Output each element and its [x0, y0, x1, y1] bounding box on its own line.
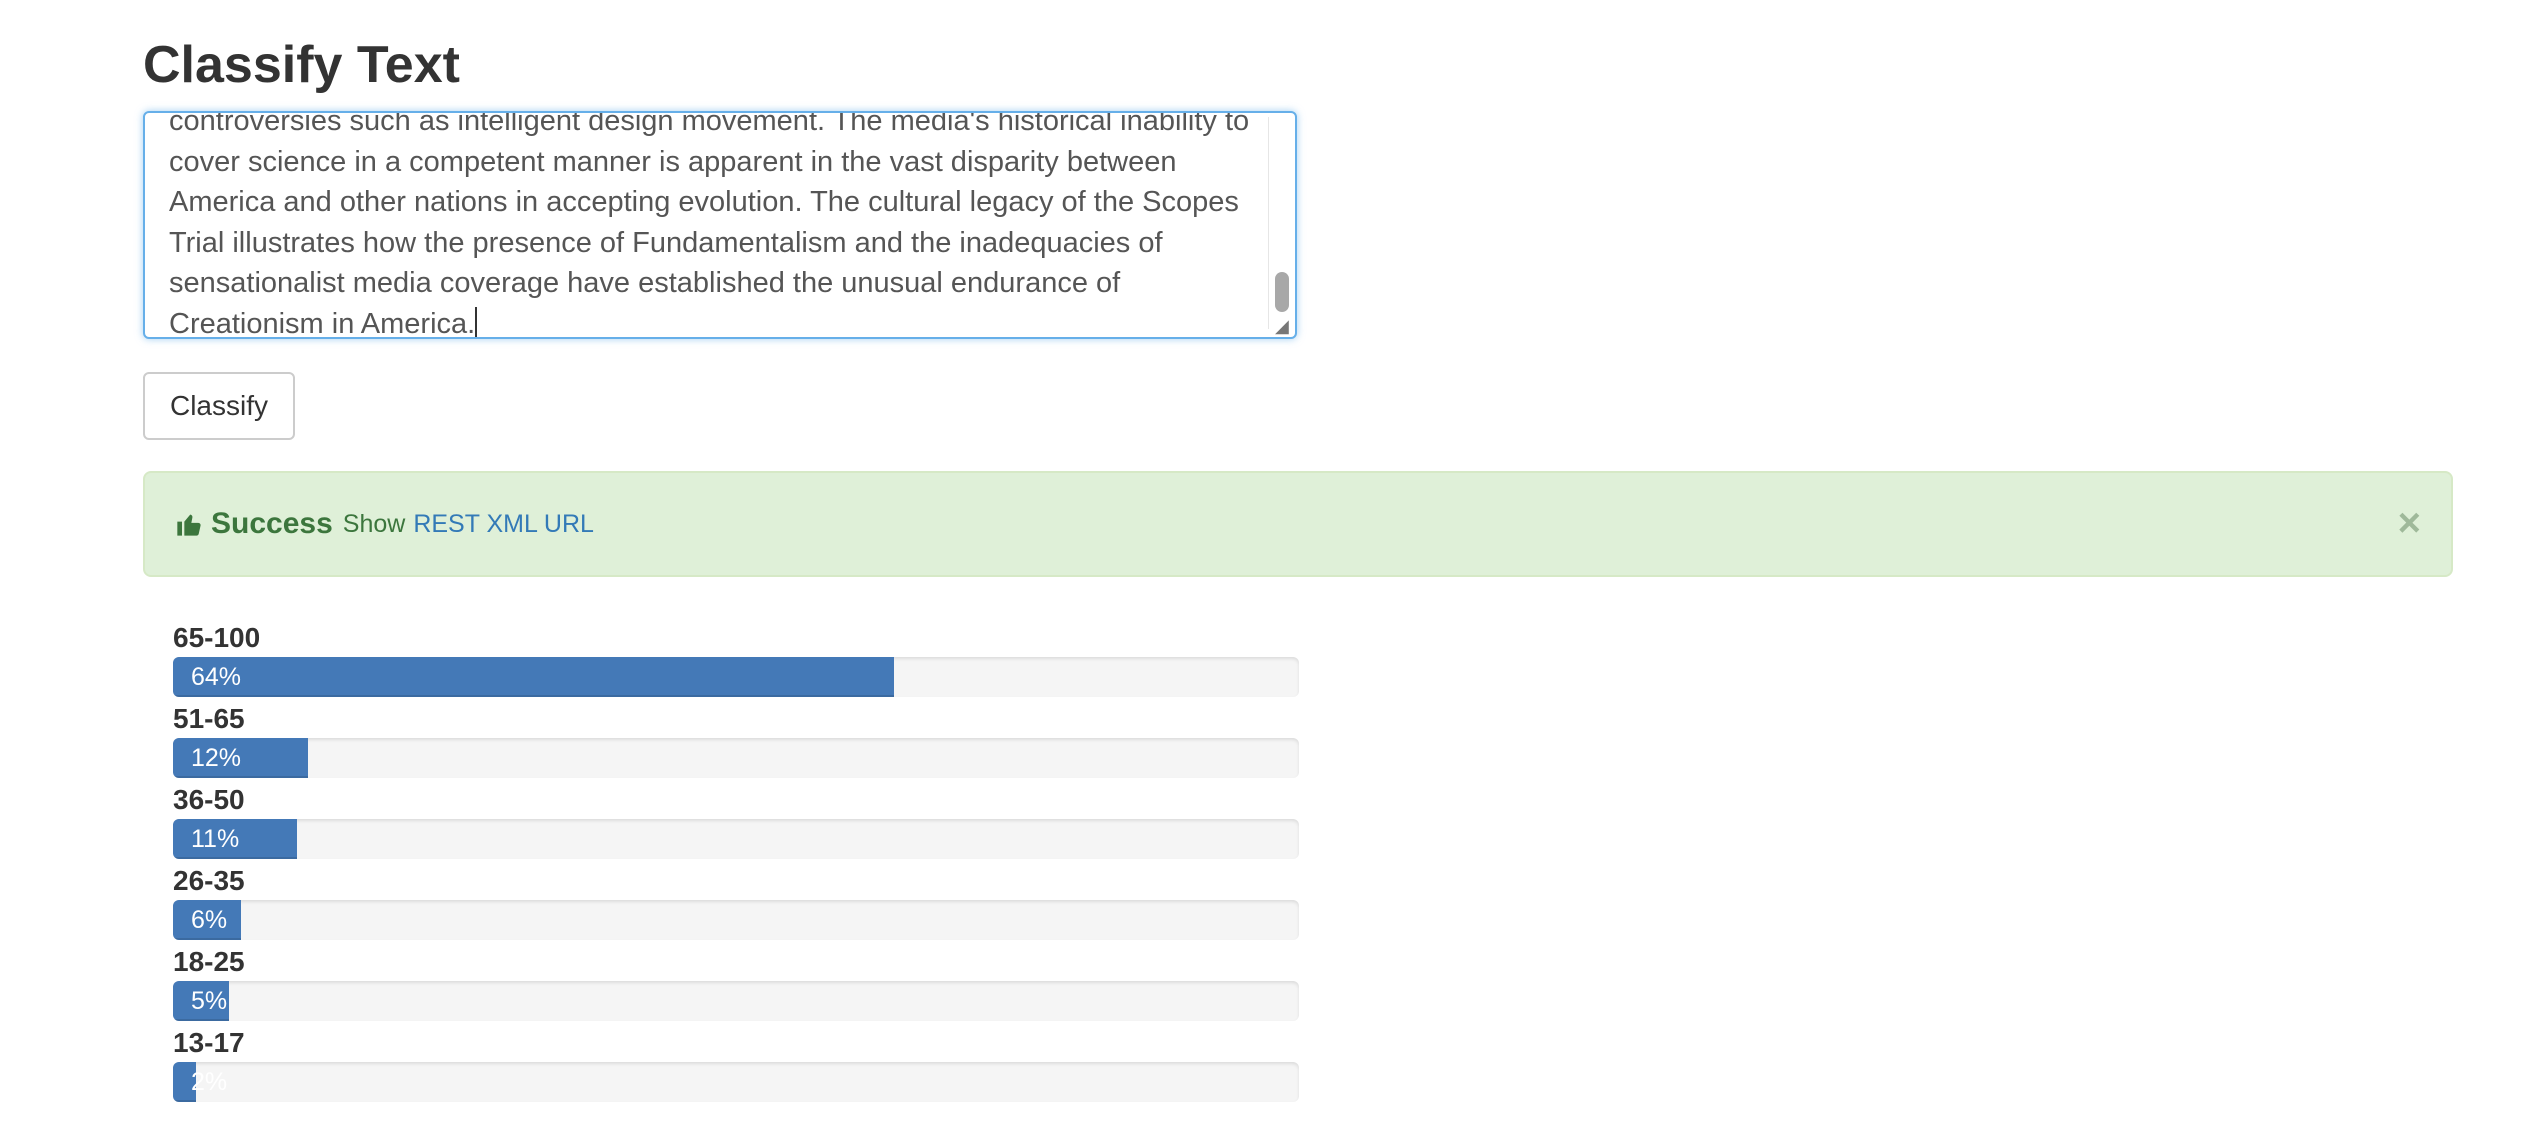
page: Classify Text controversies such as inte… [0, 0, 2524, 1122]
result-item: 51-65 12% [173, 700, 1299, 781]
progress-track: 2% [173, 1062, 1299, 1102]
alert-content: Success Show REST XML URL [175, 473, 594, 575]
progress-percent: 12% [191, 744, 242, 772]
progress-percent: 64% [191, 663, 242, 691]
text-input-content[interactable]: controversies such as intelligent design… [169, 113, 1259, 337]
result-item: 13-17 2% [173, 1024, 1299, 1105]
success-alert: Success Show REST XML URL × [143, 471, 2453, 577]
progress-track: 11% [173, 819, 1299, 859]
textarea-scrollbar[interactable] [1268, 117, 1291, 329]
rest-xml-url-link[interactable]: REST XML URL [413, 510, 594, 539]
progress-bar [173, 657, 894, 697]
thumbs-up-icon [177, 514, 201, 536]
result-label: 26-35 [173, 865, 245, 896]
result-label: 51-65 [173, 703, 245, 734]
scrollbar-thumb[interactable] [1275, 272, 1289, 312]
result-item: 26-35 6% [173, 862, 1299, 943]
result-label: 36-50 [173, 784, 245, 815]
progress-track: 6% [173, 900, 1299, 940]
progress-percent: 11% [191, 825, 240, 853]
text-input-value[interactable]: controversies such as intelligent design… [169, 113, 1249, 337]
progress-track: 64% [173, 657, 1299, 697]
results-list: 65-100 64% 51-65 12% 36-50 11% 26-35 6% 18-25 5% 1… [173, 619, 1299, 1105]
alert-status: Success [211, 507, 333, 540]
text-input-area[interactable]: controversies such as intelligent design… [143, 111, 1297, 339]
progress-track: 12% [173, 738, 1299, 778]
result-label: 18-25 [173, 946, 245, 977]
result-label: 13-17 [173, 1027, 245, 1058]
progress-track: 5% [173, 981, 1299, 1021]
progress-percent: 6% [191, 906, 228, 934]
close-icon[interactable]: × [2398, 503, 2421, 543]
text-cursor [475, 306, 478, 337]
progress-percent: 2% [191, 1068, 228, 1096]
result-item: 65-100 64% [173, 619, 1299, 700]
page-title: Classify Text [143, 36, 460, 94]
result-item: 18-25 5% [173, 943, 1299, 1024]
result-item: 36-50 11% [173, 781, 1299, 862]
progress-percent: 5% [191, 987, 228, 1015]
classify-button[interactable]: Classify [143, 372, 295, 440]
resize-handle-icon[interactable]: ◢ [1275, 317, 1293, 335]
result-label: 65-100 [173, 622, 261, 653]
alert-show-text: Show [342, 509, 406, 538]
